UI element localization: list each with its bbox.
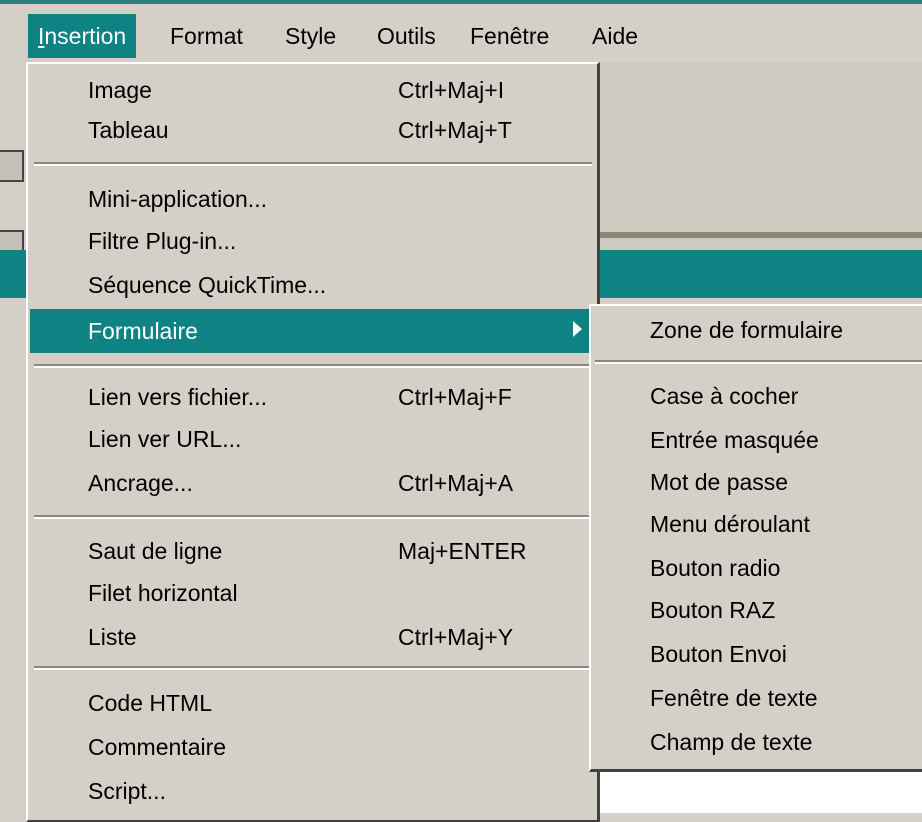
menu-item-label: Saut de ligne xyxy=(88,538,223,564)
menu-item-label: Filet horizontal xyxy=(88,580,238,606)
menu-item-script[interactable]: Script... xyxy=(30,771,596,811)
submenu-item-bouton-envoi[interactable]: Bouton Envoi xyxy=(591,634,922,674)
menu-item-label: Lien vers fichier... xyxy=(88,384,267,410)
submenu-item-mot-de-passe[interactable]: Mot de passe xyxy=(591,462,922,502)
menu-aide[interactable]: Aide xyxy=(582,14,648,58)
submenu-item-bouton-raz[interactable]: Bouton RAZ xyxy=(591,590,922,630)
submenu-item-label: Zone de formulaire xyxy=(650,317,844,343)
submenu-item-label: Fenêtre de texte xyxy=(650,685,818,711)
menu-separator xyxy=(34,364,592,368)
background-toolbar-area xyxy=(598,62,922,250)
menu-item-label: Mini-application... xyxy=(88,186,267,212)
menu-format[interactable]: Format xyxy=(160,14,253,58)
submenu-item-champ-de-texte[interactable]: Champ de texte xyxy=(591,722,922,762)
menu-item-liste[interactable]: Liste Ctrl+Maj+Y xyxy=(30,617,596,657)
submenu-item-label: Bouton radio xyxy=(650,555,781,581)
background-divider xyxy=(598,232,922,238)
menu-item-label: Commentaire xyxy=(88,734,227,760)
background-document-area xyxy=(598,770,922,813)
submenu-item-label: Bouton RAZ xyxy=(650,597,776,623)
menu-item-label: Script... xyxy=(88,778,166,804)
submenu-item-bouton-radio[interactable]: Bouton radio xyxy=(591,548,922,588)
submenu-item-case-a-cocher[interactable]: Case à cocher xyxy=(591,376,922,416)
menu-separator xyxy=(34,162,592,166)
menu-item-formulaire[interactable]: Formulaire xyxy=(30,309,596,353)
menu-item-shortcut: Ctrl+Maj+T xyxy=(398,117,512,143)
menu-item-sequence-quicktime[interactable]: Séquence QuickTime... xyxy=(30,265,596,305)
submenu-item-zone-formulaire[interactable]: Zone de formulaire xyxy=(591,310,922,350)
menu-item-label: Formulaire xyxy=(88,318,198,344)
submenu-item-label: Mot de passe xyxy=(650,469,789,495)
menu-item-shortcut: Ctrl+Maj+Y xyxy=(398,624,514,650)
submenu-item-menu-deroulant[interactable]: Menu déroulant xyxy=(591,504,922,544)
menu-item-ancrage[interactable]: Ancrage... Ctrl+Maj+A xyxy=(30,463,596,503)
menu-item-label: Image xyxy=(88,77,152,103)
submenu-separator xyxy=(595,360,922,364)
menu-item-label: Lien ver URL... xyxy=(88,426,242,452)
submenu-item-fenetre-de-texte[interactable]: Fenêtre de texte xyxy=(591,678,922,718)
menu-separator xyxy=(34,666,592,670)
menu-insertion-rest: nsertion xyxy=(44,23,127,49)
menu-fenetre[interactable]: Fenêtre xyxy=(460,14,559,58)
toolbar-button-fragment xyxy=(0,150,24,182)
menu-item-label: Filtre Plug-in... xyxy=(88,228,237,254)
menu-item-shortcut: Ctrl+Maj+I xyxy=(398,77,505,103)
submenu-item-label: Bouton Envoi xyxy=(650,641,787,667)
formulaire-submenu: Zone de formulaire Case à cocher Entrée … xyxy=(589,304,922,772)
menu-style[interactable]: Style xyxy=(275,14,346,58)
menu-item-label: Séquence QuickTime... xyxy=(88,272,327,298)
menu-item-commentaire[interactable]: Commentaire xyxy=(30,727,596,767)
menu-separator xyxy=(34,515,592,519)
menu-item-image[interactable]: Image Ctrl+Maj+I xyxy=(30,70,596,110)
menu-item-mini-application[interactable]: Mini-application... xyxy=(30,179,596,219)
menu-item-code-html[interactable]: Code HTML xyxy=(30,683,596,723)
menu-item-filtre-plugin[interactable]: Filtre Plug-in... xyxy=(30,221,596,261)
menu-item-label: Tableau xyxy=(88,117,169,143)
menu-item-shortcut: Ctrl+Maj+A xyxy=(398,470,514,496)
submenu-arrow-icon xyxy=(573,321,582,337)
menu-item-shortcut: Ctrl+Maj+F xyxy=(398,384,512,410)
menu-bar: Insertion Format Style Outils Fenêtre Ai… xyxy=(0,0,922,62)
submenu-item-label: Champ de texte xyxy=(650,729,813,755)
menu-item-label: Liste xyxy=(88,624,137,650)
menu-item-label: Ancrage... xyxy=(88,470,193,496)
toolbar-edge xyxy=(0,62,26,260)
submenu-item-entree-masquee[interactable]: Entrée masquée xyxy=(591,420,922,460)
menu-item-saut-de-ligne[interactable]: Saut de ligne Maj+ENTER xyxy=(30,531,596,571)
submenu-item-label: Menu déroulant xyxy=(650,511,810,537)
menu-outils[interactable]: Outils xyxy=(367,14,446,58)
menu-item-label: Code HTML xyxy=(88,690,212,716)
menu-item-lien-fichier[interactable]: Lien vers fichier... Ctrl+Maj+F xyxy=(30,377,596,417)
menu-item-lien-url[interactable]: Lien ver URL... xyxy=(30,419,596,459)
submenu-item-label: Case à cocher xyxy=(650,383,799,409)
insertion-menu: Image Ctrl+Maj+I Tableau Ctrl+Maj+T Mini… xyxy=(26,62,600,822)
menu-item-tableau[interactable]: Tableau Ctrl+Maj+T xyxy=(30,110,596,150)
menu-insertion[interactable]: Insertion xyxy=(28,14,137,58)
menu-item-filet-horizontal[interactable]: Filet horizontal xyxy=(30,573,596,613)
menu-item-shortcut: Maj+ENTER xyxy=(398,538,527,564)
submenu-item-label: Entrée masquée xyxy=(650,427,819,453)
